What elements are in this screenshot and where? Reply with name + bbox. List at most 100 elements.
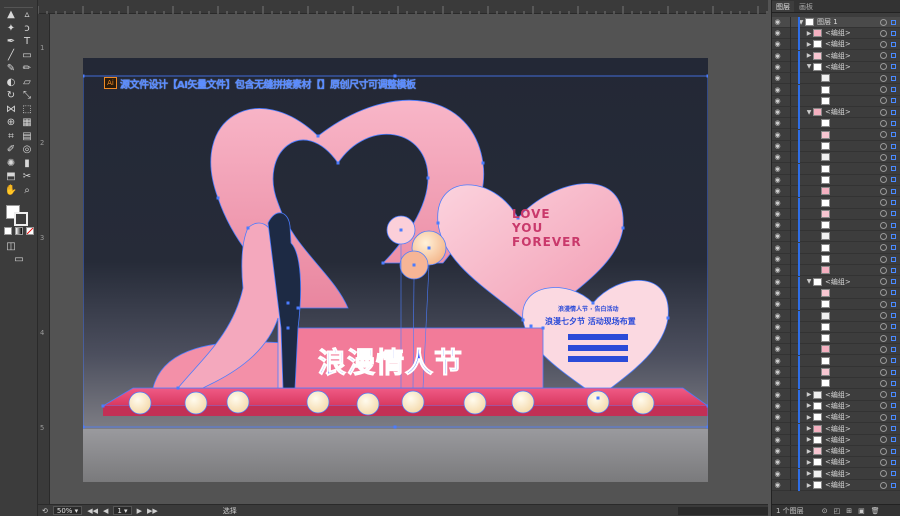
stroke-swatch[interactable]: [14, 212, 28, 226]
sublayer-row[interactable]: ◉: [772, 208, 900, 220]
selection-indicator[interactable]: [891, 324, 896, 330]
sublayer-row[interactable]: ◉: [772, 185, 900, 198]
visibility-eye-icon[interactable]: ◉: [772, 334, 783, 342]
selection-indicator[interactable]: [891, 75, 896, 81]
expand-right-icon[interactable]: ▶: [805, 448, 813, 455]
target-icon[interactable]: [880, 187, 887, 195]
sublayer-row[interactable]: ◉ ▶ <编组>: [772, 479, 900, 491]
lock-toggle[interactable]: [783, 287, 791, 299]
lock-toggle[interactable]: [783, 276, 791, 288]
expand-right-icon[interactable]: ▶: [805, 402, 813, 409]
selection-indicator[interactable]: [891, 166, 896, 172]
selection-indicator[interactable]: [891, 403, 896, 409]
lock-toggle[interactable]: [783, 185, 791, 197]
selection-indicator[interactable]: [891, 279, 896, 285]
sublayer-row[interactable]: ◉ ▶ <编组>: [772, 456, 900, 469]
width-tool-icon[interactable]: ⋈: [4, 103, 18, 117]
target-icon[interactable]: [880, 402, 887, 410]
visibility-eye-icon[interactable]: ◉: [772, 368, 783, 376]
selection-indicator[interactable]: [891, 335, 896, 341]
sublayer-row[interactable]: ◉: [772, 366, 900, 378]
visibility-eye-icon[interactable]: ◉: [772, 74, 783, 82]
lock-toggle[interactable]: [783, 117, 791, 129]
sublayer-row[interactable]: ◉: [772, 264, 900, 277]
sublayer-row[interactable]: ◉ ▶ <编组>: [772, 389, 900, 401]
rotate-tool-icon[interactable]: ↻: [4, 89, 18, 103]
lock-toggle[interactable]: [783, 343, 791, 355]
scale-tool-icon[interactable]: ⤡: [20, 89, 34, 103]
selection-indicator[interactable]: [891, 414, 896, 420]
lock-toggle[interactable]: [783, 445, 791, 457]
lock-toggle[interactable]: [783, 95, 791, 107]
selection-indicator[interactable]: [891, 267, 896, 273]
target-icon[interactable]: [880, 391, 887, 399]
fill-color-button[interactable]: [4, 227, 12, 235]
lock-toggle[interactable]: [783, 208, 791, 220]
target-icon[interactable]: [880, 436, 887, 444]
rectangle-tool-icon[interactable]: ▭: [20, 49, 34, 63]
artboard[interactable]: LOVE YOU FOREVER 浪漫情人节 · 告白活动 浪漫七夕节 活动现场…: [83, 58, 708, 429]
blob-brush-tool-icon[interactable]: ◐: [4, 76, 18, 90]
selection-indicator[interactable]: [891, 109, 896, 115]
paintbrush-tool-icon[interactable]: ✎: [4, 62, 18, 76]
expand-right-icon[interactable]: ▶: [805, 391, 813, 398]
visibility-eye-icon[interactable]: ◉: [772, 278, 783, 286]
visibility-eye-icon[interactable]: ◉: [772, 323, 783, 331]
expand-right-icon[interactable]: ▶: [805, 414, 813, 421]
sublayer-row[interactable]: ◉ ▶ <编组>: [772, 50, 900, 62]
visibility-eye-icon[interactable]: ◉: [772, 300, 783, 308]
target-icon[interactable]: [880, 108, 887, 116]
sublayer-row[interactable]: ◉: [772, 230, 900, 243]
visibility-eye-icon[interactable]: ◉: [772, 413, 783, 421]
next-artboard-icon[interactable]: ▶▶: [147, 507, 158, 515]
delete-icon[interactable]: 🗑: [871, 507, 880, 515]
selection-indicator[interactable]: [891, 313, 896, 318]
visibility-eye-icon[interactable]: ◉: [772, 244, 783, 252]
mesh-tool-icon[interactable]: ⌗: [4, 130, 18, 144]
free-transform-tool-icon[interactable]: ⬚: [20, 103, 34, 117]
target-icon[interactable]: [880, 18, 887, 26]
target-icon[interactable]: [880, 300, 887, 308]
sublayer-row[interactable]: ◉: [772, 84, 900, 96]
sublayer-row[interactable]: ◉ ▼ <编组>: [772, 61, 900, 73]
sublayer-row[interactable]: ◉: [772, 310, 900, 322]
target-icon[interactable]: [880, 266, 887, 274]
lock-toggle[interactable]: [783, 377, 791, 389]
selection-indicator[interactable]: [891, 471, 896, 477]
sublayer-row[interactable]: ◉: [772, 197, 900, 209]
visibility-eye-icon[interactable]: ◉: [772, 142, 783, 150]
sublayer-row[interactable]: ◉: [772, 321, 900, 333]
target-icon[interactable]: [880, 345, 887, 353]
target-icon[interactable]: [880, 199, 887, 206]
target-icon[interactable]: [880, 255, 887, 263]
target-icon[interactable]: [880, 379, 887, 387]
tab-layers[interactable]: 图层: [772, 1, 794, 12]
sublayer-row[interactable]: ◉: [772, 129, 900, 141]
lock-toggle[interactable]: [783, 332, 791, 344]
sublayer-row[interactable]: ◉ ▶ <编组>: [772, 468, 900, 480]
visibility-eye-icon[interactable]: ◉: [772, 199, 783, 207]
sublayer-row[interactable]: ◉: [772, 242, 900, 254]
selection-indicator[interactable]: [891, 132, 896, 138]
sublayer-row[interactable]: ◉: [772, 343, 900, 356]
lock-toggle[interactable]: [783, 61, 791, 73]
lock-toggle[interactable]: [783, 389, 791, 401]
target-icon[interactable]: [880, 52, 887, 60]
lock-toggle[interactable]: [783, 129, 791, 141]
target-icon[interactable]: [880, 97, 887, 105]
lock-toggle[interactable]: [783, 434, 791, 446]
lock-toggle[interactable]: [783, 242, 791, 254]
selection-indicator[interactable]: [891, 346, 896, 352]
target-icon[interactable]: [880, 131, 887, 139]
prev-artboard-icon[interactable]: ◀◀: [87, 507, 98, 515]
sublayer-row[interactable]: ◉ ▶ <编组>: [772, 411, 900, 424]
shape-builder-tool-icon[interactable]: ⊕: [4, 116, 18, 130]
visibility-eye-icon[interactable]: ◉: [772, 18, 783, 26]
target-icon[interactable]: [880, 368, 887, 376]
target-icon[interactable]: [880, 357, 887, 365]
target-icon[interactable]: [880, 221, 887, 229]
pen-tool-icon[interactable]: ✒: [4, 35, 18, 49]
zoom-tool-icon[interactable]: ⌕: [20, 184, 34, 198]
type-tool-icon[interactable]: T: [20, 35, 34, 49]
lock-toggle[interactable]: [783, 106, 791, 118]
